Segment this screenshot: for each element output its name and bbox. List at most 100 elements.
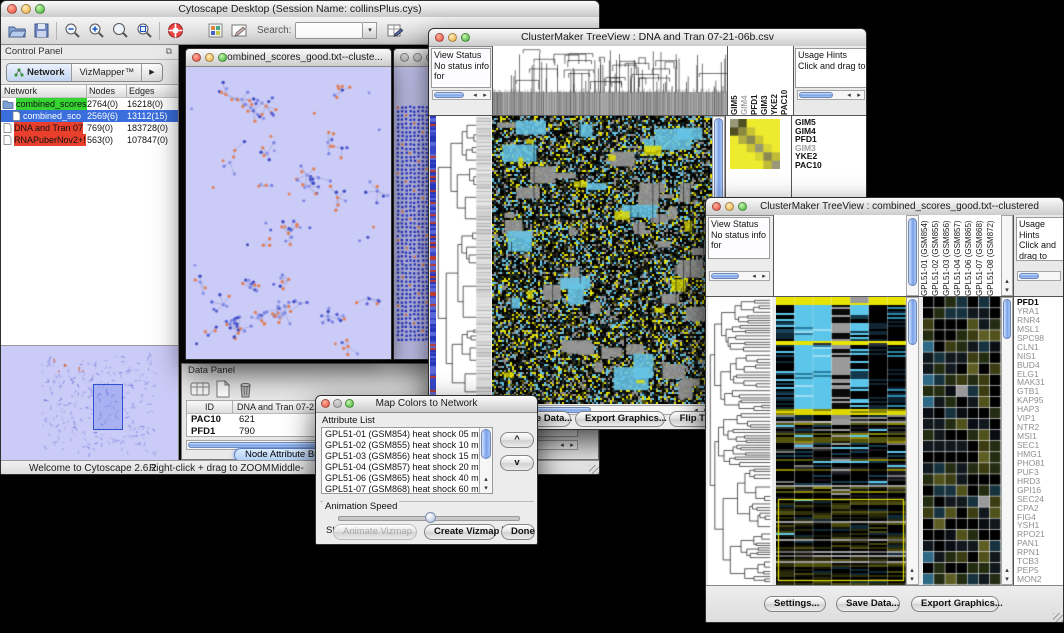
- vizmapper-icon[interactable]: [203, 19, 227, 43]
- scroll-up-icon[interactable]: ▴: [1002, 278, 1012, 286]
- save-button[interactable]: [29, 19, 53, 43]
- scrollbar-thumb[interactable]: [1019, 273, 1039, 279]
- close-icon[interactable]: [321, 399, 330, 408]
- zoom-in-button[interactable]: [84, 19, 108, 43]
- column-label[interactable]: GPL51-07 (GSM868): [975, 215, 986, 296]
- scroll-down-icon[interactable]: ▾: [907, 576, 917, 584]
- attribute-listbox[interactable]: GPL51-01 (GSM854) heat shock 05 minGPL51…: [321, 427, 493, 494]
- column-label[interactable]: GIM3: [760, 46, 770, 115]
- scroll-up-icon[interactable]: ▴: [907, 567, 917, 575]
- tv2-top-left-hscrollbar[interactable]: ◂ ▸: [709, 271, 770, 281]
- scrollbar-thumb[interactable]: [908, 218, 917, 286]
- column-label[interactable]: GPL51-04 (GSM857): [953, 215, 964, 296]
- attribute-list-vscrollbar[interactable]: ▴ ▾: [479, 428, 492, 493]
- column-label[interactable]: GPL51-06 (GSM865): [964, 215, 975, 296]
- heatmap-canvas[interactable]: [776, 297, 906, 585]
- overview-viewport-rect[interactable]: [93, 384, 123, 430]
- tab-overflow-arrow[interactable]: ▶: [142, 64, 161, 81]
- resize-grip[interactable]: [589, 465, 600, 475]
- tv2-top-right-hscrollbar[interactable]: [1017, 271, 1061, 281]
- dialog-title-bar[interactable]: Map Colors to Network: [316, 396, 537, 413]
- close-icon[interactable]: [712, 202, 721, 211]
- treeview-dna-title-bar[interactable]: ClusterMaker TreeView : DNA and Tran 07-…: [429, 29, 866, 47]
- float-panel-icon[interactable]: ⧉: [166, 46, 172, 57]
- minimize-icon[interactable]: [21, 4, 31, 14]
- tv2-zoom-vscrollbar[interactable]: ▴ ▾: [1001, 297, 1013, 585]
- close-icon[interactable]: [192, 53, 201, 62]
- tv2-columns-vscrollbar[interactable]: [906, 215, 919, 296]
- minimize-icon[interactable]: [725, 202, 734, 211]
- open-file-button[interactable]: [5, 19, 29, 43]
- tv2-heatmap-vscrollbar[interactable]: ▴ ▾: [906, 297, 919, 585]
- attribute-list-item[interactable]: GPL51-04 (GSM857) heat shock 20 min: [322, 462, 492, 473]
- col-header-nodes[interactable]: Nodes: [87, 85, 127, 97]
- close-icon[interactable]: [435, 33, 444, 42]
- gene-label[interactable]: PAC10: [795, 161, 867, 170]
- treeview-clustered-title-bar[interactable]: ClusterMaker TreeView : combined_scores_…: [706, 198, 1063, 216]
- attribute-list-item[interactable]: GPL51-01 (GSM854) heat shock 05 min: [322, 429, 492, 440]
- zoom-selected-button[interactable]: [132, 19, 156, 43]
- scroll-right-icon[interactable]: ▸: [759, 273, 769, 281]
- col-header-edges[interactable]: Edges: [127, 85, 178, 97]
- resize-grip[interactable]: [1053, 613, 1064, 623]
- scroll-down-icon[interactable]: ▾: [481, 485, 491, 493]
- minimize-icon[interactable]: [413, 53, 422, 62]
- tab-network[interactable]: Network: [7, 64, 72, 81]
- tab-vizmapper[interactable]: VizMapper™: [72, 64, 142, 81]
- scrollbar-thumb[interactable]: [908, 299, 917, 345]
- attribute-list-item[interactable]: GPL51-02 (GSM855) heat shock 10 min: [322, 440, 492, 451]
- mini-heatmap-canvas[interactable]: [730, 119, 780, 169]
- dna-top-right-hscrollbar[interactable]: ◂ ▸: [797, 90, 865, 100]
- column-label[interactable]: GPL51-08 (GSM872): [986, 215, 997, 296]
- scroll-left-icon[interactable]: ◂: [470, 92, 480, 100]
- column-tree-area[interactable]: [773, 215, 906, 296]
- scroll-left-icon[interactable]: ◂: [749, 273, 759, 281]
- attribute-list-item[interactable]: GPL51-03 (GSM856) heat shock 15 min: [322, 451, 492, 462]
- column-dendrogram-canvas[interactable]: [493, 46, 727, 115]
- scroll-up-icon[interactable]: ▴: [481, 476, 491, 484]
- column-label[interactable]: GPL51-01 (GSM854): [920, 215, 931, 296]
- tv2-labels-vscrollbar[interactable]: ▴ ▾: [1001, 215, 1013, 296]
- search-input[interactable]: [295, 22, 363, 39]
- row-dendrogram-canvas[interactable]: [708, 297, 772, 585]
- gene-list[interactable]: PFD1YRA1RNR4MSL1SPC98CLN1NIS1BUD4ELG1MAK…: [1013, 297, 1064, 585]
- animate-vizmap-button[interactable]: Animate Vizmap: [333, 524, 417, 540]
- zoom-window-icon[interactable]: [218, 53, 227, 62]
- scrollbar-thumb[interactable]: [434, 92, 464, 98]
- column-label[interactable]: PAC10: [780, 46, 790, 115]
- attribute-list-item[interactable]: GPL51-06 (GSM865) heat shock 40 min: [322, 473, 492, 484]
- network-list-row[interactable]: RNAPuberNov2+!563(0)107847(0): [1, 134, 178, 146]
- column-label[interactable]: YKE2: [770, 46, 780, 115]
- scroll-down-icon[interactable]: ▾: [1002, 287, 1012, 295]
- move-up-button[interactable]: ^: [500, 432, 534, 448]
- search-dropdown-arrow[interactable]: ▾: [363, 22, 377, 39]
- close-icon[interactable]: [400, 53, 409, 62]
- animation-speed-slider[interactable]: [338, 516, 520, 521]
- column-label[interactable]: PFD1: [750, 46, 760, 115]
- help-icon[interactable]: [163, 19, 187, 43]
- scrollbar-thumb[interactable]: [799, 92, 833, 98]
- overview-canvas[interactable]: [1, 346, 178, 460]
- scroll-right-icon[interactable]: ▸: [567, 442, 577, 450]
- main-title-bar[interactable]: Cytoscape Desktop (Session Name: collins…: [1, 1, 599, 18]
- close-icon[interactable]: [7, 4, 17, 14]
- attribute-list-item[interactable]: GPL51-07 (GSM868) heat shock 60 min: [322, 484, 492, 494]
- attribute-editor-icon[interactable]: [383, 19, 407, 43]
- column-label[interactable]: GPL51-02 (GSM855): [931, 215, 942, 296]
- scrollbar-thumb[interactable]: [481, 429, 491, 459]
- scroll-left-icon[interactable]: ◂: [844, 92, 854, 100]
- scroll-right-icon[interactable]: ▸: [854, 92, 864, 100]
- scroll-up-icon[interactable]: ▴: [1002, 567, 1012, 575]
- save-data-button[interactable]: Save Data...: [836, 596, 900, 612]
- scroll-left-icon[interactable]: ◂: [557, 442, 567, 450]
- scroll-right-icon[interactable]: ▸: [480, 92, 490, 100]
- create-vizmap-button[interactable]: Create Vizmap: [424, 524, 496, 540]
- col-header-network[interactable]: Network: [1, 85, 87, 97]
- dna-column-labels[interactable]: GIM5GIM4PFD1GIM3YKE2PAC10: [727, 46, 793, 115]
- network-overview[interactable]: [1, 345, 178, 461]
- col-header-id[interactable]: ID: [187, 401, 233, 413]
- column-label[interactable]: GIM5: [730, 46, 740, 115]
- zoom-window-icon[interactable]: [461, 33, 470, 42]
- minimize-icon[interactable]: [205, 53, 214, 62]
- minimize-icon[interactable]: [333, 399, 342, 408]
